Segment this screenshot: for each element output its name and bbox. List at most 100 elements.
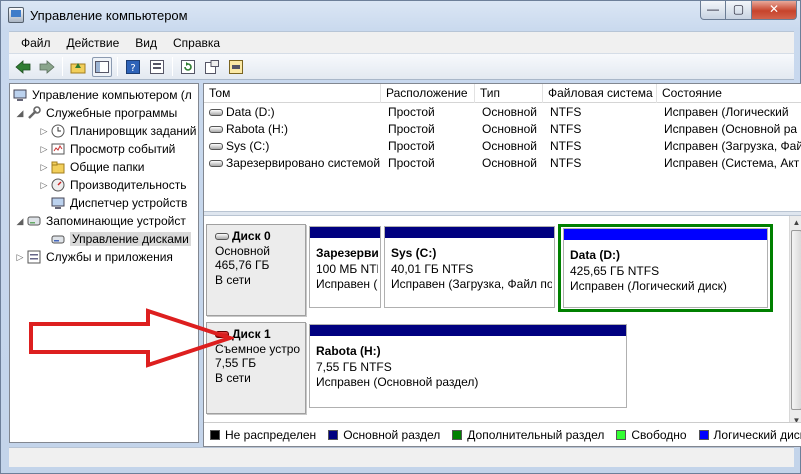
partition-sys-c[interactable]: Sys (C:) 40,01 ГБ NTFS Исправен (Загрузк… — [384, 226, 555, 308]
disk-size: 7,55 ГБ — [215, 356, 257, 370]
volume-name: Sys (C:) — [226, 139, 270, 153]
volume-icon — [209, 126, 223, 134]
column-header-filesystem[interactable]: Файловая система — [543, 84, 657, 103]
disk-map-scrollbar[interactable]: ▲ ▼ — [789, 216, 801, 427]
volume-status: Исправен (Загрузка, Фай — [664, 139, 801, 153]
collapsed-arrow-icon[interactable]: ▷ — [38, 180, 50, 191]
volume-name: Rabota (H:) — [226, 122, 289, 136]
tree-item-shared-folders[interactable]: ▷ Общие папки — [38, 158, 145, 176]
disk-type: Съемное устро — [215, 341, 301, 356]
tree-item-event-viewer[interactable]: ▷ Просмотр событий — [38, 140, 176, 158]
disk-size: 465,76 ГБ — [215, 258, 270, 272]
scroll-up-icon[interactable]: ▲ — [790, 216, 801, 229]
tree-item-services[interactable]: ▷ Службы и приложения — [14, 248, 173, 266]
tree-item-storage[interactable]: ◢ Запоминающие устройст — [14, 212, 186, 230]
tree-item-performance[interactable]: ▷ Производительность — [38, 176, 187, 194]
menu-file[interactable]: Файл — [13, 36, 59, 50]
partition-status: Исправен (Загрузка, Файл по — [391, 277, 552, 291]
refresh-icon[interactable] — [178, 57, 198, 77]
legend-label: Логический диск — [713, 427, 801, 442]
volume-filesystem: NTFS — [550, 122, 582, 136]
volume-name-cell: Rabota (H:) — [204, 121, 381, 138]
tree-label: Служебные программы — [46, 106, 178, 120]
partition-rabota-h[interactable]: Rabota (H:) 7,55 ГБ NTFS Исправен (Основ… — [309, 324, 627, 408]
partition-reserved[interactable]: Зарезерви 100 МБ NTFS Исправен ( — [309, 226, 381, 308]
partition-name: Rabota (H:) — [316, 344, 381, 358]
primary-partition-bar — [310, 325, 626, 336]
tree-item-root[interactable]: Управление компьютером (л — [12, 86, 192, 104]
partition-status: Исправен ( — [316, 277, 378, 291]
partition-size: 7,55 ГБ NTFS — [316, 359, 392, 374]
disk-1-info[interactable]: Диск 1 Съемное устро 7,55 ГБ В сети — [206, 322, 306, 414]
collapsed-arrow-icon[interactable]: ▷ — [14, 252, 26, 263]
up-folder-icon[interactable] — [68, 57, 88, 77]
column-header-type[interactable]: Тип — [475, 84, 543, 103]
legend-item: Свободно — [616, 428, 687, 442]
disk-map: Диск 0 Основной 465,76 ГБ В сети Зарезер… — [204, 216, 789, 427]
column-header-layout[interactable]: Расположение — [381, 84, 475, 103]
expanded-arrow-icon[interactable]: ◢ — [14, 216, 26, 227]
column-header-status[interactable]: Состояние — [657, 84, 801, 103]
back-icon[interactable] — [13, 57, 33, 77]
tree-label: Планировщик заданий — [70, 124, 197, 138]
volume-filesystem: NTFS — [550, 105, 582, 119]
legend-swatch — [452, 429, 463, 440]
legend-item: Дополнительный раздел — [452, 428, 604, 442]
disk-0-info[interactable]: Диск 0 Основной 465,76 ГБ В сети — [206, 224, 306, 316]
tree-item-disk-management[interactable]: Управление дисками — [50, 230, 191, 248]
forward-icon[interactable] — [37, 57, 57, 77]
tree-item-system-tools[interactable]: ◢ Служебные программы — [14, 104, 178, 122]
maximize-button[interactable]: ▢ — [726, 1, 752, 20]
toolbar-separator — [62, 57, 63, 76]
status-bar — [9, 447, 794, 467]
tree-label: Общие папки — [70, 160, 145, 174]
collapsed-arrow-icon[interactable]: ▷ — [38, 144, 50, 155]
volume-row[interactable]: Rabota (H:) Простой Основной NTFS Исправ… — [204, 121, 801, 138]
minimize-button[interactable]: — — [700, 1, 726, 20]
help-icon[interactable]: ? — [123, 57, 143, 77]
legend-swatch — [210, 429, 220, 440]
legend-swatch — [328, 429, 339, 440]
tree-item-device-manager[interactable]: Диспетчер устройств — [50, 194, 187, 212]
scroll-thumb[interactable] — [791, 230, 801, 410]
partition-data-d[interactable]: Data (D:) 425,65 ГБ NTFS Исправен (Логич… — [563, 228, 768, 308]
removable-disk-icon — [215, 331, 229, 339]
volume-row[interactable]: Data (D:) Простой Основной NTFS Исправен… — [204, 104, 801, 121]
menu-bar: Файл Действие Вид Справка — [9, 31, 794, 53]
disk-management-pane: Том Расположение Тип Файловая система Со… — [203, 83, 801, 447]
volume-row[interactable]: Sys (C:) Простой Основной NTFS Исправен … — [204, 138, 801, 155]
expanded-arrow-icon[interactable]: ◢ — [14, 108, 26, 119]
toolbar-separator — [172, 57, 173, 76]
tree-item-task-scheduler[interactable]: ▷ Планировщик заданий — [38, 122, 197, 140]
column-header-volume[interactable]: Том — [204, 84, 381, 103]
volume-list-header: Том Расположение Тип Файловая система Со… — [204, 84, 801, 103]
volume-name: Зарезервировано системой — [226, 156, 381, 170]
shared-folder-icon — [50, 159, 66, 175]
volume-status: Исправен (Основной ра — [664, 122, 798, 136]
disk-type: Основной — [215, 243, 271, 258]
svg-text:?: ? — [130, 63, 135, 74]
menu-help[interactable]: Справка — [165, 36, 228, 50]
export-icon[interactable] — [202, 57, 222, 77]
volume-row[interactable]: Зарезервировано системой Простой Основно… — [204, 155, 801, 172]
menu-view[interactable]: Вид — [127, 36, 165, 50]
disk-tool-icon[interactable] — [226, 57, 246, 77]
partition-name: Data (D:) — [570, 248, 620, 262]
volume-type: Основной — [482, 122, 538, 136]
tree-label: Диспетчер устройств — [70, 196, 188, 210]
volume-filesystem: NTFS — [550, 139, 582, 153]
properties-icon[interactable] — [147, 57, 167, 77]
show-hide-tree-icon[interactable] — [92, 56, 112, 77]
volume-type: Основной — [482, 156, 538, 170]
close-button[interactable]: ✕ — [752, 1, 797, 20]
partition-status: Исправен (Логический диск) — [570, 279, 727, 293]
menu-action[interactable]: Действие — [59, 36, 128, 50]
extended-partition-frame[interactable]: Data (D:) 425,65 ГБ NTFS Исправен (Логич… — [558, 224, 773, 312]
collapsed-arrow-icon[interactable]: ▷ — [38, 126, 50, 137]
partition-size: 100 МБ NTFS — [316, 261, 378, 276]
disk-status: В сети — [215, 272, 251, 287]
partition-status: Исправен (Основной раздел) — [316, 375, 479, 389]
toolbar-separator — [117, 57, 118, 76]
collapsed-arrow-icon[interactable]: ▷ — [38, 162, 50, 173]
volume-layout: Простой — [388, 122, 435, 136]
